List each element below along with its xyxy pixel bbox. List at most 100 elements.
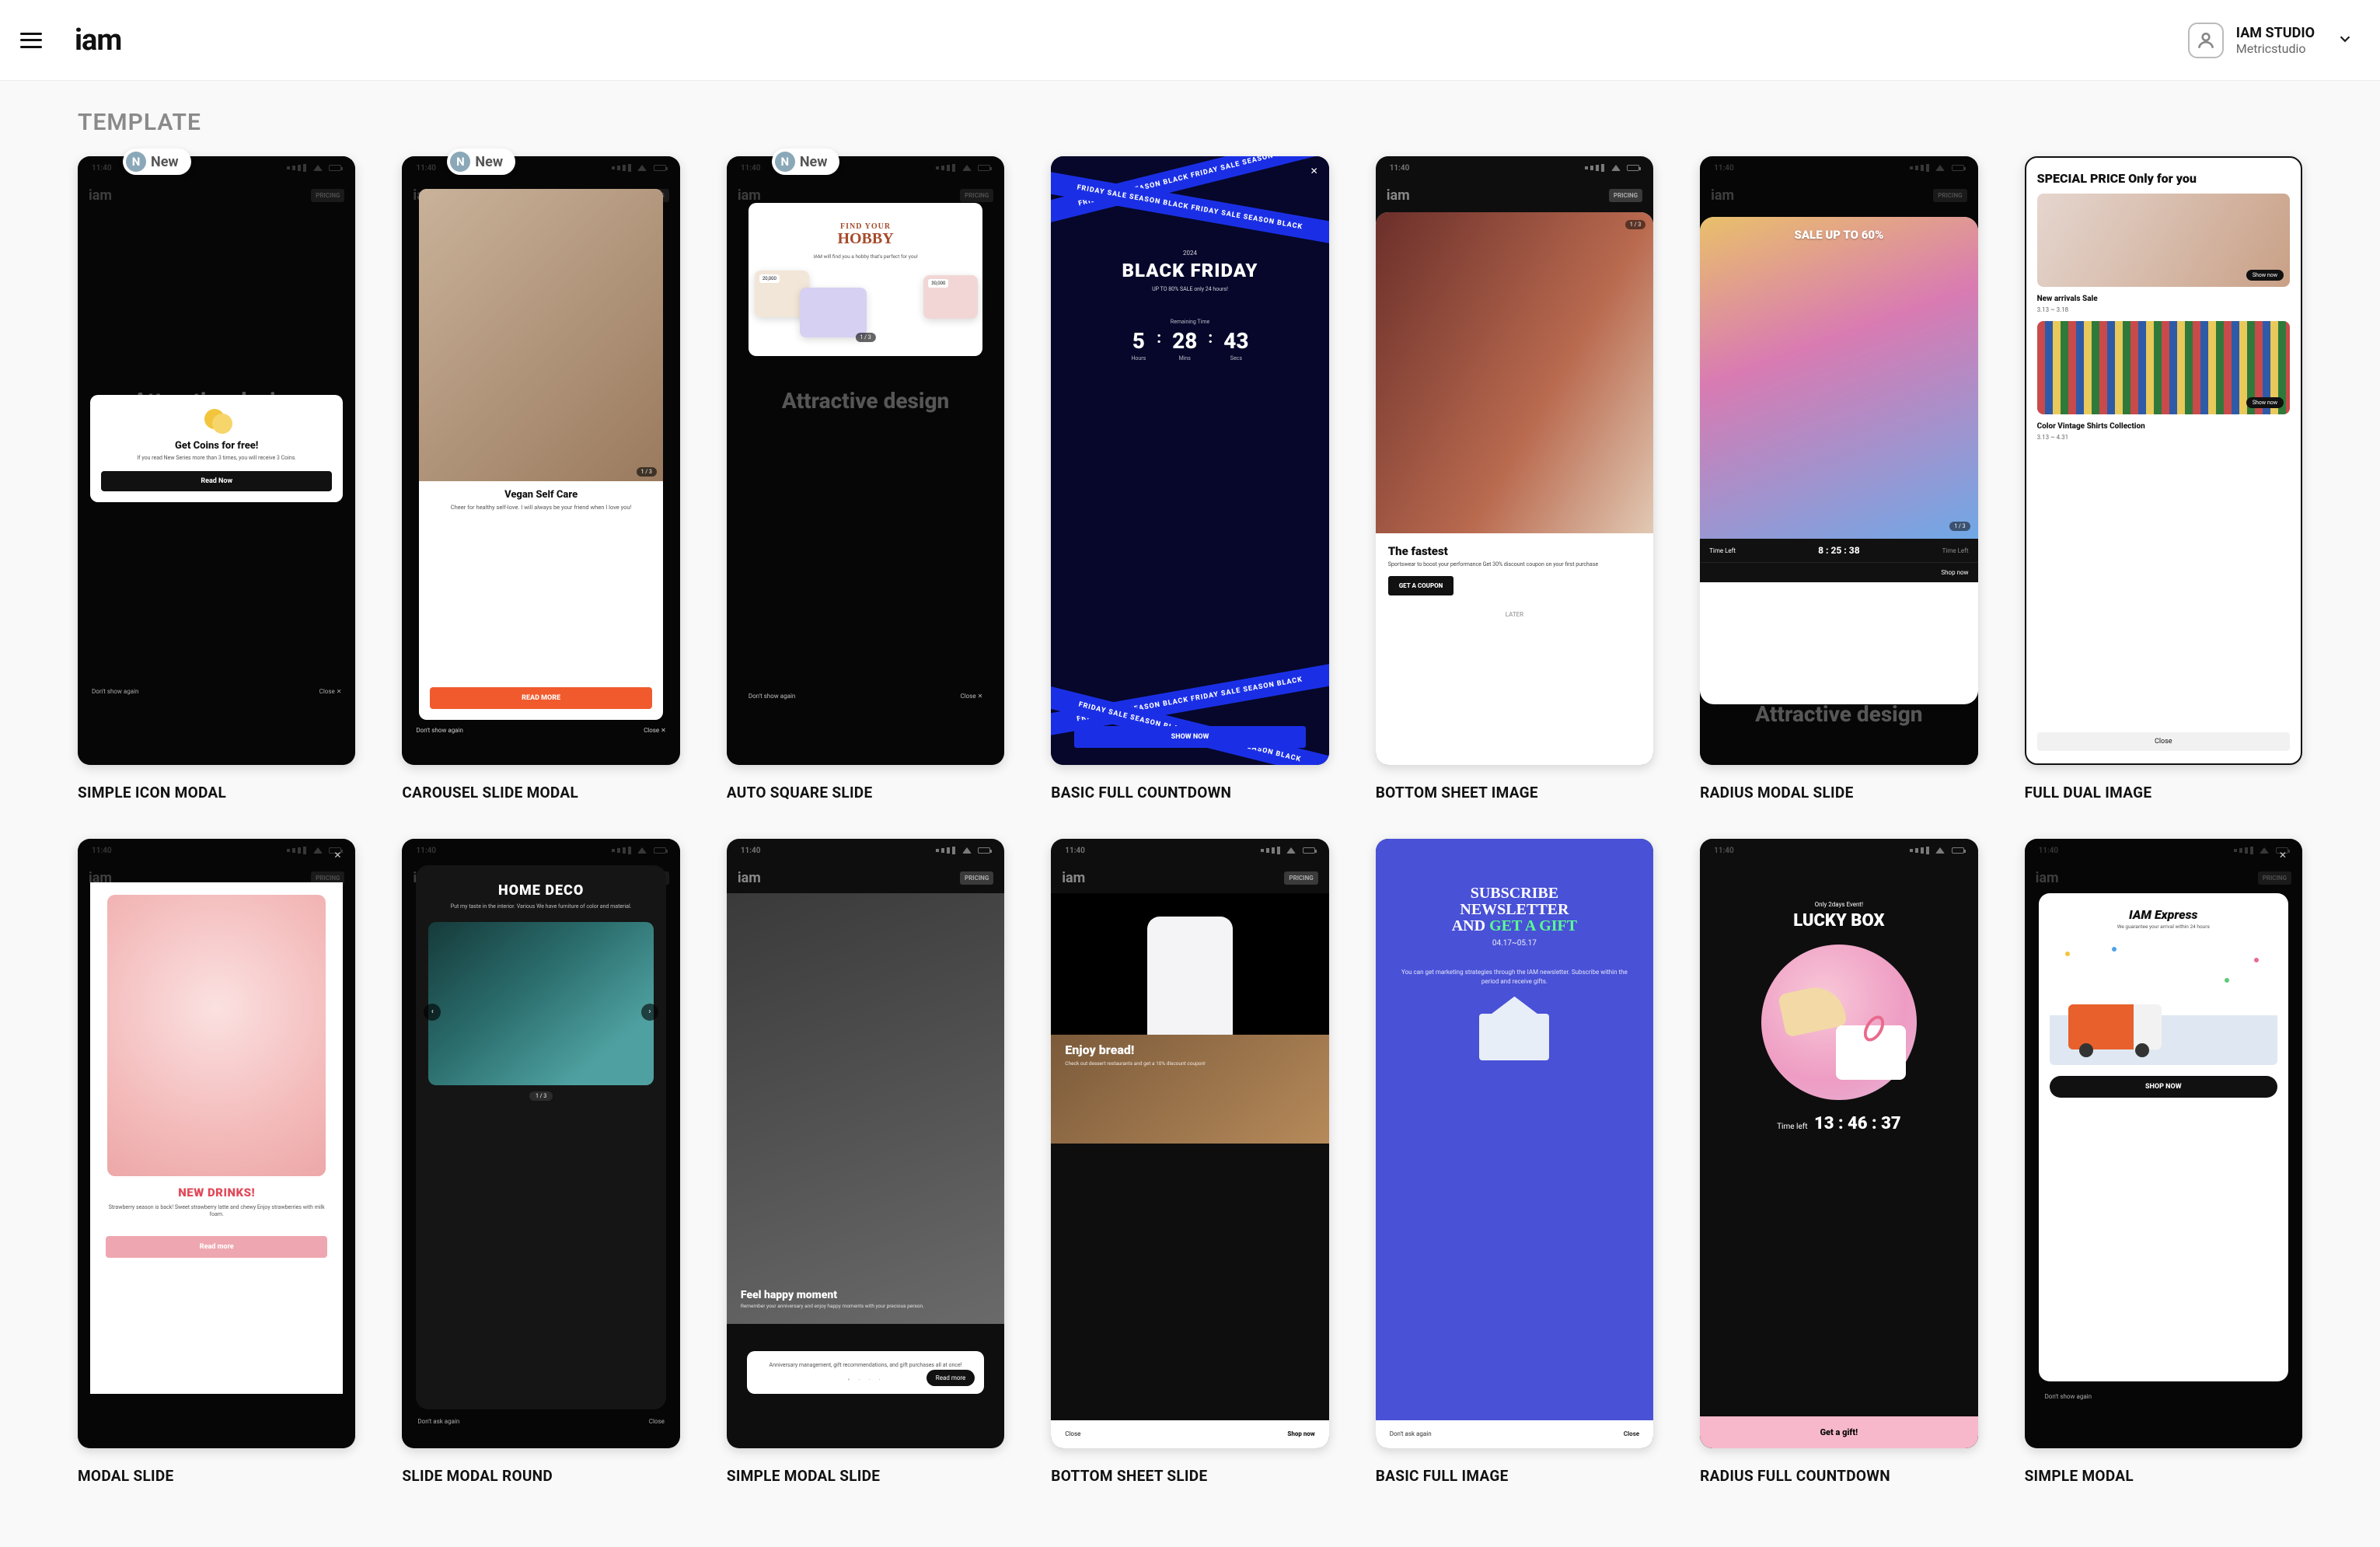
info-text: Anniversary management, gift recommendat… bbox=[756, 1362, 975, 1369]
hobby-cards: 20,000 30,000 1 / 3 bbox=[761, 271, 970, 340]
template-card[interactable]: N New 11:40 iamPRICING Attractive design… bbox=[727, 156, 1004, 801]
app-logo[interactable]: iam bbox=[75, 23, 121, 58]
avatar-icon bbox=[2188, 23, 2224, 58]
dont-show-toggle[interactable]: Don't show again bbox=[92, 688, 138, 695]
cd-hours-label: Hours bbox=[1131, 355, 1146, 361]
dont-show-toggle[interactable]: Don't show again bbox=[749, 693, 795, 700]
template-card[interactable]: SPECIAL PRICE Only for you Show now New … bbox=[2025, 156, 2302, 801]
shop-now-button[interactable]: SHOP NOW bbox=[2050, 1076, 2277, 1098]
cd-mins: 28 bbox=[1172, 328, 1197, 354]
cd-hours: 5 bbox=[1132, 328, 1145, 354]
coupon-button[interactable]: GET A COUPON bbox=[1388, 576, 1454, 595]
close-button[interactable]: Close ✕ bbox=[644, 727, 666, 734]
modal-cta[interactable]: READ MORE bbox=[430, 687, 651, 709]
template-title: SLIDE MODAL ROUND bbox=[402, 1467, 679, 1485]
new-badge: N New bbox=[447, 148, 515, 175]
template-card[interactable]: N New 11:40 iam PRICING Attractive desig… bbox=[78, 156, 355, 801]
strip-countdown: 8 : 25 : 38 bbox=[1818, 545, 1860, 556]
template-thumb: 11:40 iamPRICING Enjoy bread! Check out … bbox=[1051, 839, 1328, 1447]
modal-cta[interactable]: Read Now bbox=[101, 471, 332, 491]
sheet-subtitle: Sportswear to boost your performance Get… bbox=[1388, 561, 1641, 568]
overlay-title: Feel happy moment bbox=[741, 1289, 924, 1301]
template-title: SIMPLE MODAL bbox=[2025, 1467, 2302, 1485]
close-button[interactable]: Close bbox=[2037, 732, 2290, 751]
lucky-box-full: 11:40 Only 2days Event! LUCKY BOX Time l… bbox=[1700, 839, 1977, 1447]
read-more-button[interactable]: Read more bbox=[927, 1370, 975, 1386]
new-badge-label: New bbox=[151, 154, 179, 170]
menu-icon[interactable] bbox=[19, 28, 44, 53]
caption-1: New arrivals Sale bbox=[2037, 295, 2290, 303]
dont-show-toggle[interactable]: Don't show again bbox=[2045, 1393, 2092, 1400]
heading-line2: NEWSLETTER bbox=[1393, 902, 1636, 918]
date-1: 3.13 ~ 3.18 bbox=[2037, 306, 2290, 313]
app-header: iam IAM STUDIO Metricstudio bbox=[0, 0, 2380, 81]
close-button[interactable]: Close ✕ bbox=[961, 693, 983, 700]
dont-ask-toggle[interactable]: Don't ask again bbox=[1390, 1430, 1432, 1437]
shop-now-button[interactable]: Show now bbox=[2246, 270, 2284, 281]
read-more-button[interactable]: Read more bbox=[106, 1236, 327, 1258]
price-tag: 20,000 bbox=[759, 274, 780, 283]
phone-logo: iam bbox=[738, 870, 761, 886]
dont-ask-toggle[interactable]: Don't ask again bbox=[417, 1418, 459, 1425]
template-card[interactable]: 11:40 iamPRICING Enjoy bread! Check out … bbox=[1051, 839, 1328, 1484]
heading-line3a: AND bbox=[1452, 917, 1489, 934]
body-text: You can get marketing strategies through… bbox=[1393, 968, 1636, 985]
modal-subtitle: Put my taste in the interior. Various We… bbox=[428, 903, 653, 910]
template-title: RADIUS FULL COUNTDOWN bbox=[1700, 1467, 1977, 1485]
template-card[interactable]: 11:40 Only 2days Event! LUCKY BOX Time l… bbox=[1700, 839, 1977, 1484]
strip-right: Time Left bbox=[1942, 547, 1969, 554]
template-card[interactable]: SUBSCRIBE NEWSLETTER AND GET A GIFT 04.1… bbox=[1376, 839, 1653, 1484]
sale-image: SALE UP TO 60% 1 / 3 bbox=[1700, 217, 1977, 539]
template-card[interactable]: 11:40 iamPRICING 1 / 3 The fastest Sport… bbox=[1376, 156, 1653, 801]
pagination: 1 / 3 bbox=[1949, 522, 1970, 531]
later-button[interactable]: LATER bbox=[1376, 605, 1653, 624]
template-card[interactable]: N New 11:40 iamPRICING 1 / 3 Vegan Self … bbox=[402, 156, 679, 801]
get-gift-button[interactable]: Get a gift! bbox=[1700, 1416, 1977, 1448]
template-thumb: SUBSCRIBE NEWSLETTER AND GET A GIFT 04.1… bbox=[1376, 839, 1653, 1447]
template-card[interactable]: 11:40 iamPRICING Feel happy moment Remem… bbox=[727, 839, 1004, 1484]
template-card[interactable]: FRIDAY SALE SEASON BLACK FRIDAY SALE SEA… bbox=[1051, 156, 1328, 801]
pricing-pill: PRICING bbox=[1284, 871, 1317, 885]
modal-subtitle: If you read New Series more than 3 times… bbox=[101, 455, 332, 462]
modal-title: NEW DRINKS! bbox=[106, 1186, 327, 1200]
template-thumb: 11:40 iamPRICING Feel happy moment Remem… bbox=[727, 839, 1004, 1447]
carousel-pagination: 1 / 3 bbox=[637, 467, 657, 477]
shop-now-link[interactable]: Shop now bbox=[1941, 569, 1968, 576]
template-card[interactable]: 11:40 iamPRICING HOME DECO Put my taste … bbox=[402, 839, 679, 1484]
cd-mins-label: Mins bbox=[1179, 355, 1191, 361]
prev-button[interactable]: ‹ bbox=[424, 1004, 441, 1021]
template-grid: N New 11:40 iam PRICING Attractive desig… bbox=[78, 156, 2302, 1485]
new-badge-label: New bbox=[475, 154, 503, 170]
heading: SPECIAL PRICE Only for you bbox=[2037, 172, 2290, 186]
date-range: 04.17~05.17 bbox=[1393, 939, 1636, 948]
template-title: RADIUS MODAL SLIDE bbox=[1700, 784, 1977, 801]
template-title: FULL DUAL IMAGE bbox=[2025, 784, 2302, 801]
countdown-strip: Time Left 8 : 25 : 38 Time Left bbox=[1700, 539, 1977, 562]
next-button[interactable]: › bbox=[641, 1004, 658, 1021]
subheading: UP TO 80% SALE only 24 hours! bbox=[1152, 286, 1228, 292]
user-switcher[interactable]: IAM STUDIO Metricstudio bbox=[2188, 23, 2354, 58]
title-line2: HOBBY bbox=[837, 230, 893, 247]
close-button[interactable]: Close ✕ bbox=[319, 688, 342, 695]
template-thumb: SPECIAL PRICE Only for you Show now New … bbox=[2025, 156, 2302, 765]
close-button[interactable]: Close bbox=[1065, 1430, 1080, 1437]
gift-box-icon bbox=[1836, 1025, 1906, 1080]
show-now-button[interactable]: SHOW NOW bbox=[1074, 726, 1305, 748]
overlay-subtitle: Check out dessert restaurants and get a … bbox=[1065, 1060, 1205, 1067]
template-title: CAROUSEL SLIDE MODAL bbox=[402, 784, 679, 801]
shop-now-button[interactable]: Shop now bbox=[1287, 1430, 1314, 1437]
template-card[interactable]: 11:40 iamPRICING ✕ IAM Express We guaran… bbox=[2025, 839, 2302, 1484]
template-card[interactable]: 11:40 iamPRICING ✕ NEW DRINKS! Strawberr… bbox=[78, 839, 355, 1484]
dont-show-toggle[interactable]: Don't show again bbox=[416, 727, 462, 734]
template-card[interactable]: 11:40 iamPRICING Attractive design SALE … bbox=[1700, 156, 1977, 801]
shop-now-button[interactable]: Show now bbox=[2246, 397, 2284, 408]
modal: Get Coins for free! If you read New Seri… bbox=[90, 395, 343, 502]
close-icon[interactable]: ✕ bbox=[333, 850, 341, 861]
close-button[interactable]: Close bbox=[1624, 1430, 1639, 1437]
radius-modal: SALE UP TO 60% 1 / 3 Time Left 8 : 25 : … bbox=[1700, 217, 1977, 704]
modal-subtitle: IAM will find you a hobby that's perfect… bbox=[761, 253, 970, 260]
close-icon[interactable]: ✕ bbox=[2279, 850, 2287, 861]
modal-slide: NEW DRINKS! Strawberry season is back! S… bbox=[90, 882, 343, 1393]
close-button[interactable]: Close bbox=[649, 1418, 665, 1425]
section-title: TEMPLATE bbox=[78, 109, 2302, 136]
